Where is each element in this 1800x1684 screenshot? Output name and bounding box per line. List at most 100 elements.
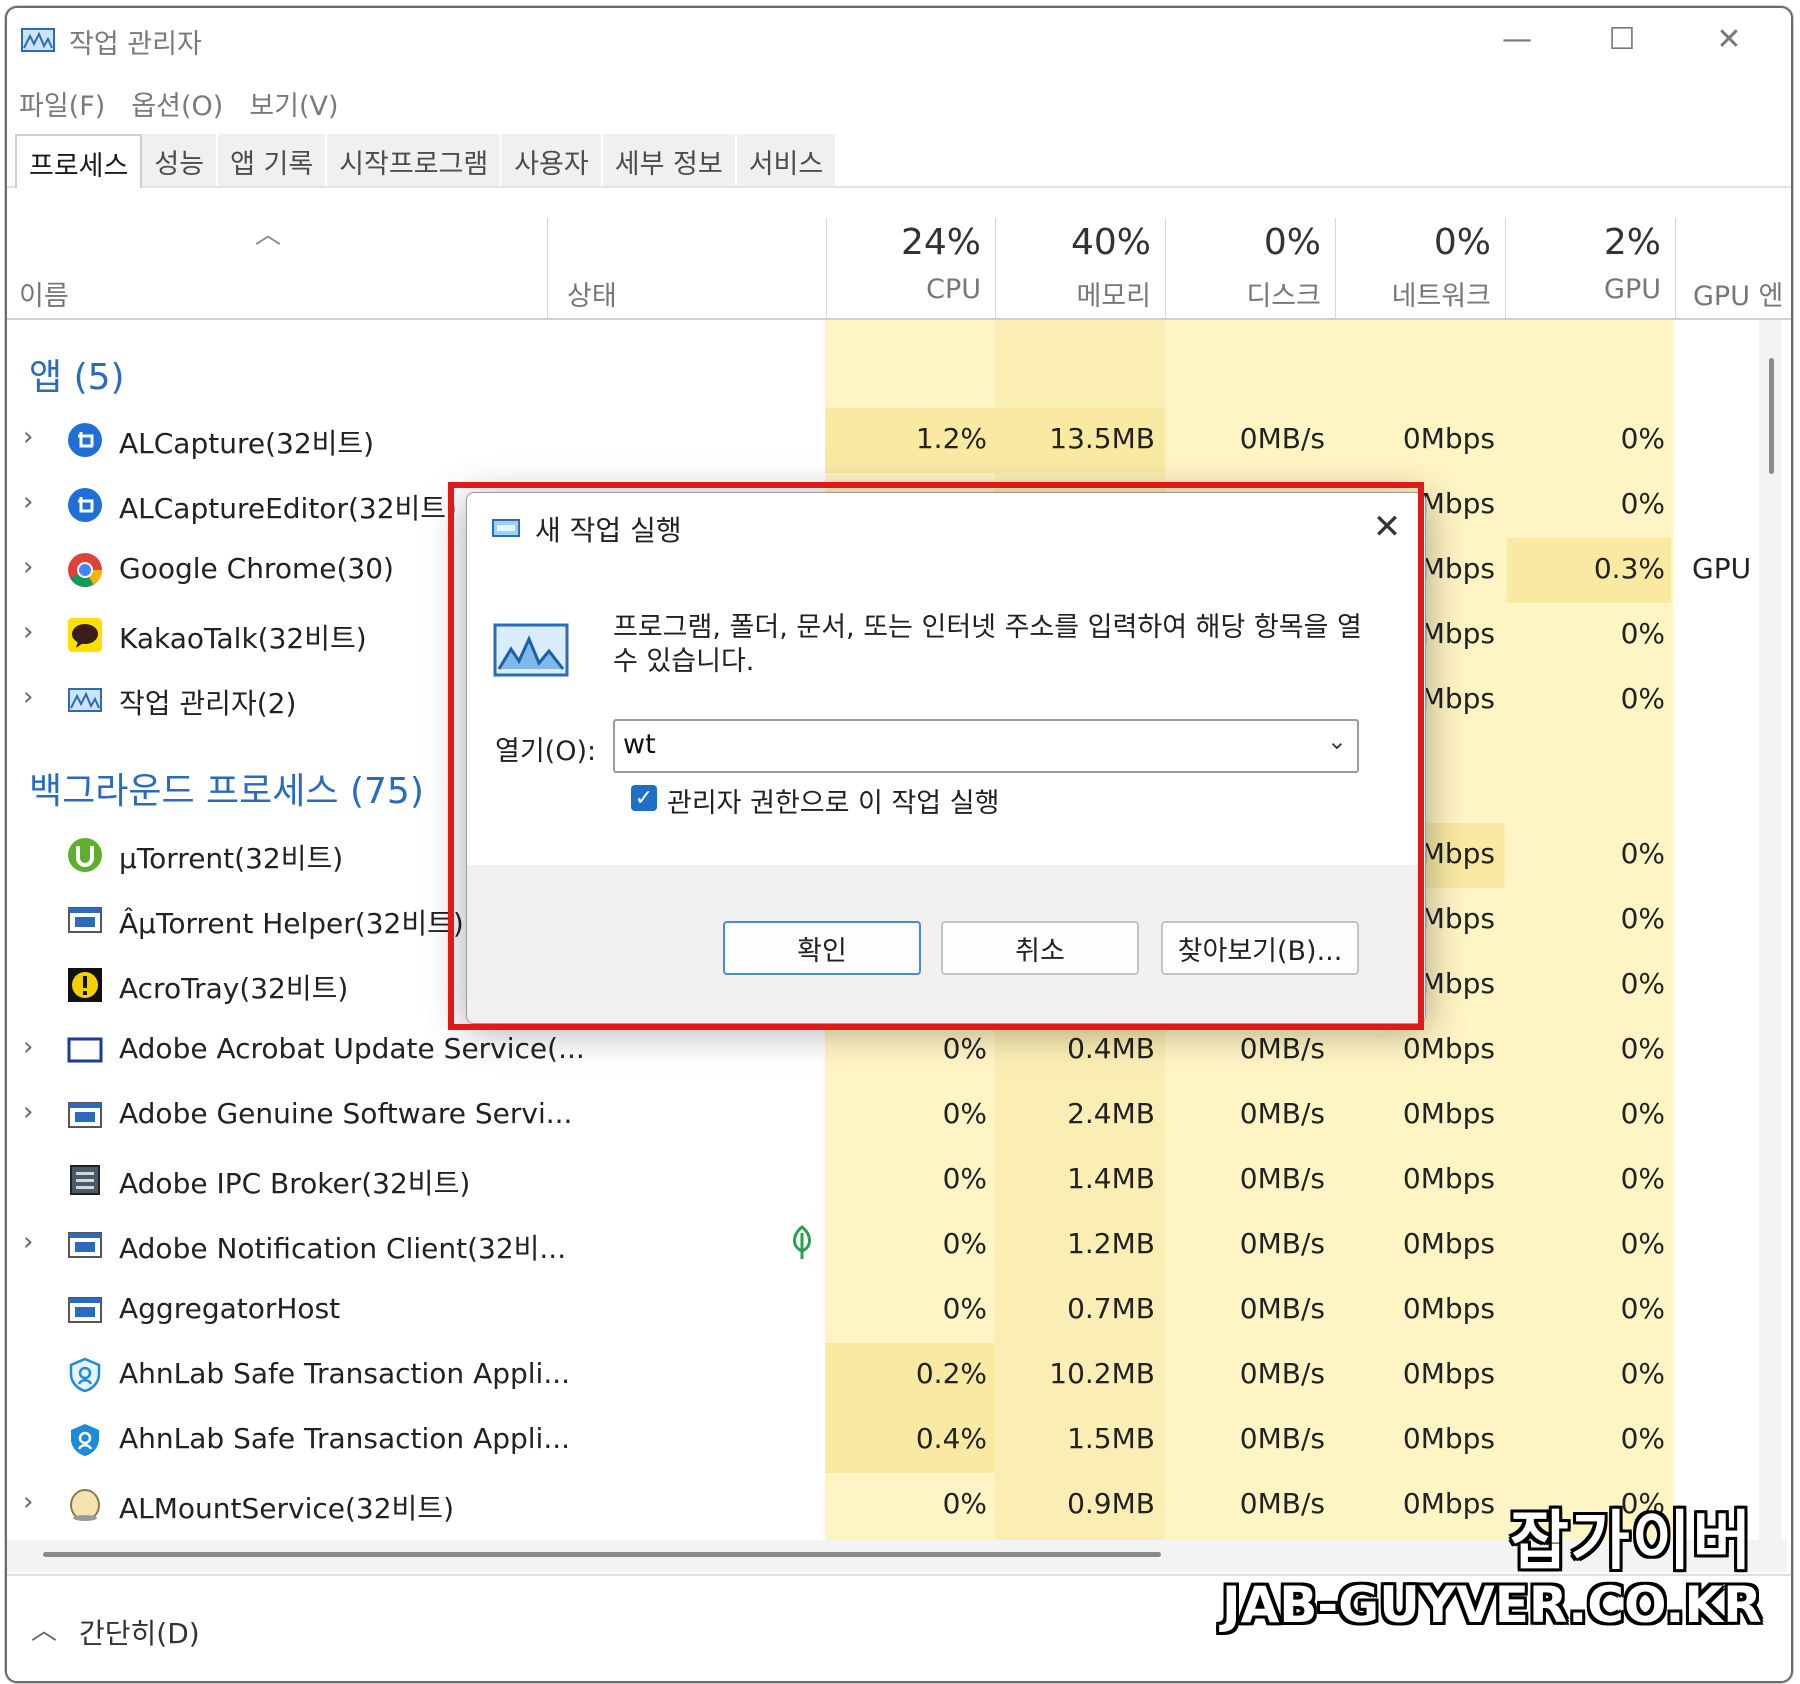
process-name: ÂµTorrent Helper(32비트) bbox=[119, 907, 464, 940]
vertical-scrollbar[interactable] bbox=[1759, 320, 1781, 1540]
tab-performance[interactable]: 성능 bbox=[142, 134, 219, 186]
process-name: ALCapture(32비트) bbox=[119, 427, 375, 460]
gpu-value: 0% bbox=[1620, 1357, 1665, 1390]
watermark-url: JAB-GUYVER.CO.KR bbox=[1222, 1576, 1762, 1634]
disk-value: 0MB/s bbox=[1239, 1422, 1325, 1455]
memory-value: 1.5MB bbox=[1067, 1422, 1155, 1455]
chevron-right-icon[interactable]: › bbox=[23, 1097, 33, 1127]
chevron-right-icon[interactable]: › bbox=[23, 422, 33, 452]
menu-options[interactable]: 옵션(O) bbox=[119, 78, 237, 126]
list-item[interactable]: AhnLab Safe Transaction Appli... 0.4% 1.… bbox=[7, 1408, 1767, 1473]
column-header-cpu[interactable]: 24% CPU bbox=[825, 218, 996, 318]
disk-value: 0MB/s bbox=[1239, 1487, 1325, 1520]
column-header-gpu-engine[interactable]: GPU 엔 bbox=[1675, 218, 1785, 318]
list-item[interactable]: AggregatorHost 0% 0.7MB 0MB/s 0Mbps 0% bbox=[7, 1278, 1767, 1343]
menu-bar: 파일(F) 옵션(O) 보기(V) bbox=[7, 78, 353, 126]
chevron-up-icon[interactable]: ︿ bbox=[31, 1610, 57, 1647]
cpu-value: 0% bbox=[942, 1032, 987, 1065]
chevron-right-icon[interactable]: › bbox=[23, 552, 33, 582]
gpu-value: 0% bbox=[1620, 1227, 1665, 1260]
cpu-value: 0% bbox=[942, 1487, 987, 1520]
alcapture-editor-icon bbox=[68, 488, 102, 522]
list-item[interactable]: › ALMountService(32비트) 0% 0.9MB 0MB/s 0M… bbox=[7, 1473, 1767, 1538]
process-name: Adobe Genuine Software Servi... bbox=[119, 1097, 573, 1130]
chevron-right-icon[interactable]: › bbox=[23, 1032, 33, 1062]
memory-value: 0.9MB bbox=[1067, 1487, 1155, 1520]
cpu-total: 24% bbox=[900, 222, 981, 263]
list-item[interactable]: › Adobe Notification Client(32비... 0% 1.… bbox=[7, 1213, 1767, 1278]
gpu-value: 0.3% bbox=[1593, 552, 1665, 585]
disk-value: 0MB/s bbox=[1239, 1227, 1325, 1260]
network-value: 0Mbps bbox=[1402, 1227, 1495, 1260]
network-total: 0% bbox=[1433, 222, 1491, 263]
chrome-icon bbox=[68, 553, 102, 587]
chevron-right-icon[interactable]: › bbox=[23, 617, 33, 647]
gpu-total: 2% bbox=[1603, 222, 1661, 263]
efficiency-mode-leaf-icon bbox=[793, 1225, 811, 1259]
memory-value: 2.4MB bbox=[1067, 1097, 1155, 1130]
column-header-network[interactable]: 0% 네트워크 bbox=[1335, 218, 1506, 318]
tab-app-history[interactable]: 앱 기록 bbox=[218, 134, 328, 186]
almount-icon bbox=[70, 1489, 100, 1521]
sort-caret-icon: ︿ bbox=[255, 220, 282, 250]
maximize-button[interactable]: ☐ bbox=[1592, 16, 1652, 62]
column-header-memory[interactable]: 40% 메모리 bbox=[995, 218, 1166, 318]
status-header-divider bbox=[547, 218, 827, 318]
process-name: Adobe Acrobat Update Service(... bbox=[119, 1032, 585, 1065]
gpu-value: 0% bbox=[1620, 967, 1665, 1000]
vertical-scroll-thumb[interactable] bbox=[1769, 358, 1774, 474]
memory-value: 0.4MB bbox=[1067, 1032, 1155, 1065]
disk-value: 0MB/s bbox=[1239, 422, 1325, 455]
tab-processes[interactable]: 프로세스 bbox=[15, 134, 143, 188]
memory-value: 13.5MB bbox=[1049, 422, 1155, 455]
tab-details[interactable]: 세부 정보 bbox=[602, 134, 737, 186]
memory-value: 1.4MB bbox=[1067, 1162, 1155, 1195]
cpu-value: 0% bbox=[942, 1292, 987, 1325]
minimize-button[interactable]: — bbox=[1487, 16, 1547, 62]
process-name: AhnLab Safe Transaction Appli... bbox=[119, 1422, 571, 1455]
column-header-disk[interactable]: 0% 디스크 bbox=[1165, 218, 1336, 318]
gpu-value: 0% bbox=[1620, 617, 1665, 650]
title-bar: 작업 관리자 — ☐ ✕ bbox=[7, 8, 1791, 70]
group-background[interactable]: 백그라운드 프로세스 (75) bbox=[29, 762, 424, 814]
tab-bar: 프로세스 성능 앱 기록 시작프로그램 사용자 세부 정보 서비스 bbox=[7, 134, 1791, 188]
list-item[interactable]: › Adobe Genuine Software Servi... 0% 2.4… bbox=[7, 1083, 1767, 1148]
memory-value: 0.7MB bbox=[1067, 1292, 1155, 1325]
memory-value: 1.2MB bbox=[1067, 1227, 1155, 1260]
group-apps[interactable]: 앱 (5) bbox=[29, 348, 125, 400]
cpu-value: 0% bbox=[942, 1227, 987, 1260]
menu-file[interactable]: 파일(F) bbox=[7, 78, 119, 126]
window-icon bbox=[68, 1102, 102, 1128]
chevron-right-icon[interactable]: › bbox=[23, 682, 33, 712]
kakaotalk-icon bbox=[68, 618, 102, 652]
list-item[interactable]: Adobe IPC Broker(32비트) 0% 1.4MB 0MB/s 0M… bbox=[7, 1148, 1767, 1213]
process-name: 작업 관리자(2) bbox=[119, 687, 297, 720]
network-value: 0Mbps bbox=[1402, 1032, 1495, 1065]
chevron-right-icon[interactable]: › bbox=[23, 1487, 33, 1517]
fewer-details-button[interactable]: 간단히(D) bbox=[79, 1612, 200, 1652]
gpu-value: 0% bbox=[1620, 1097, 1665, 1130]
close-button[interactable]: ✕ bbox=[1699, 16, 1759, 62]
horizontal-scroll-thumb[interactable] bbox=[43, 1552, 1161, 1557]
highlight-box bbox=[448, 482, 1424, 1030]
disk-value: 0MB/s bbox=[1239, 1357, 1325, 1390]
gpu-value: 0% bbox=[1620, 902, 1665, 935]
process-name: KakaoTalk(32비트) bbox=[119, 622, 367, 655]
tab-services[interactable]: 서비스 bbox=[736, 134, 838, 186]
chevron-right-icon[interactable]: › bbox=[23, 1227, 33, 1257]
chevron-right-icon[interactable]: › bbox=[23, 487, 33, 517]
menu-view[interactable]: 보기(V) bbox=[237, 78, 352, 126]
list-item[interactable]: AhnLab Safe Transaction Appli... 0.2% 10… bbox=[7, 1343, 1767, 1408]
tab-startup[interactable]: 시작프로그램 bbox=[327, 134, 503, 186]
process-name: AhnLab Safe Transaction Appli... bbox=[119, 1357, 571, 1390]
list-item[interactable]: › ALCapture(32비트) 1.2% 13.5MB 0MB/s 0Mbp… bbox=[7, 408, 1767, 473]
column-header-name[interactable]: 이름 bbox=[19, 274, 69, 313]
cpu-value: 0.4% bbox=[915, 1422, 987, 1455]
tab-users[interactable]: 사용자 bbox=[502, 134, 603, 186]
gpu-engine-label: GPU 엔 bbox=[1693, 281, 1784, 312]
task-manager-icon bbox=[68, 688, 102, 712]
gpu-value: 0% bbox=[1620, 487, 1665, 520]
window-icon bbox=[68, 1232, 102, 1258]
column-header-gpu[interactable]: 2% GPU bbox=[1505, 218, 1676, 318]
memory-value: 10.2MB bbox=[1049, 1357, 1155, 1390]
